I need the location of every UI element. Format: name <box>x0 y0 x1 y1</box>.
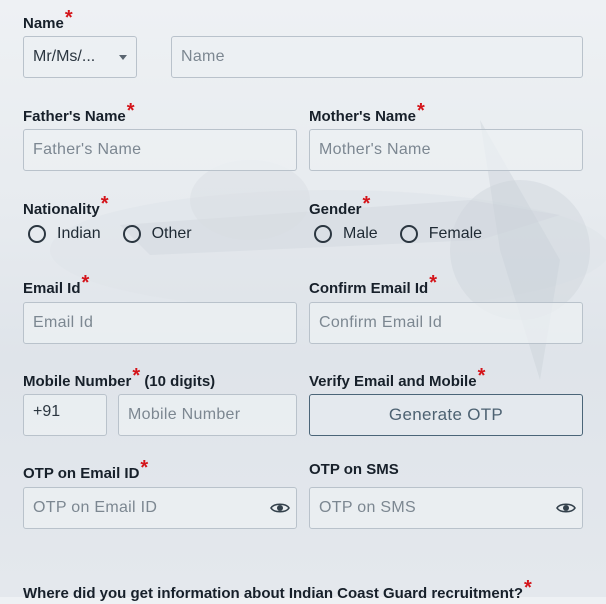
otp-email-input[interactable] <box>23 487 297 529</box>
otp-sms-label: OTP on SMS <box>309 461 399 478</box>
nationality-radio-other[interactable]: Other <box>122 225 192 243</box>
registration-form: Name* Mr/Ms/... Father's Name* Mother's … <box>0 0 606 602</box>
gender-radio-group: Male Female <box>314 225 504 243</box>
email-input[interactable] <box>23 302 297 344</box>
generate-otp-button[interactable]: Generate OTP <box>309 394 583 436</box>
nationality-label: Nationality* <box>23 193 109 218</box>
father-name-input[interactable] <box>23 129 297 171</box>
radio-circle-icon <box>122 225 141 243</box>
mother-name-label: Mother's Name* <box>309 100 425 125</box>
otp-sms-input[interactable] <box>309 487 583 529</box>
nationality-radio-indian[interactable]: Indian <box>28 225 101 243</box>
radio-circle-icon <box>28 225 46 243</box>
confirm-email-input[interactable] <box>309 302 583 344</box>
chevron-down-icon <box>119 54 127 60</box>
country-code-prefix: +91 <box>23 394 107 436</box>
eye-icon[interactable] <box>556 501 576 515</box>
nationality-radio-group: Indian Other <box>28 225 214 243</box>
mother-name-input[interactable] <box>309 129 583 171</box>
eye-icon[interactable] <box>270 501 290 515</box>
name-label: Name* <box>23 7 73 32</box>
verify-label: Verify Email and Mobile* <box>309 365 486 390</box>
mobile-number-input[interactable] <box>118 394 297 436</box>
mobile-label: Mobile Number* (10 digits) <box>23 365 216 390</box>
gender-label: Gender* <box>309 193 371 218</box>
gender-radio-female[interactable]: Female <box>399 225 482 243</box>
recruitment-source-label: Where did you get information about Indi… <box>23 577 532 602</box>
father-name-label: Father's Name* <box>23 100 135 125</box>
name-input[interactable] <box>171 36 583 78</box>
title-select-value: Mr/Ms/... <box>33 48 96 65</box>
email-label: Email Id* <box>23 272 90 297</box>
otp-email-label: OTP on Email ID* <box>23 457 149 482</box>
radio-circle-icon <box>314 225 332 243</box>
confirm-email-label: Confirm Email Id* <box>309 272 437 297</box>
title-select[interactable]: Mr/Ms/... <box>23 36 137 78</box>
radio-circle-icon <box>399 225 418 243</box>
gender-radio-male[interactable]: Male <box>314 225 378 243</box>
